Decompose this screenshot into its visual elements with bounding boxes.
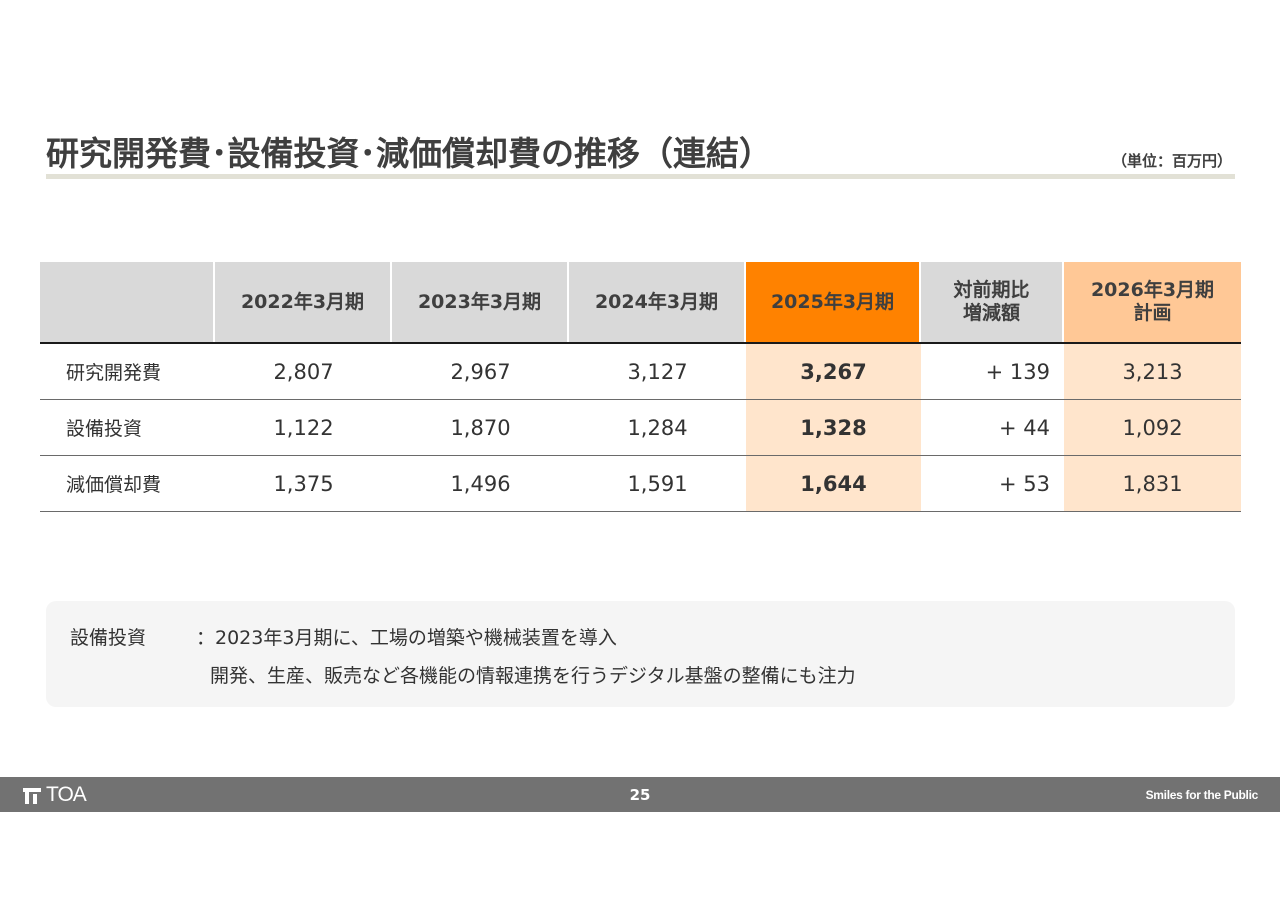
row-label: 研究開発費	[66, 362, 162, 384]
table-cell: 2,807	[273, 359, 334, 384]
header-cell-fy2025: 2025年3月期	[746, 262, 921, 342]
logo-text: TOA	[46, 783, 87, 806]
table-cell: 1,375	[273, 471, 334, 496]
table-row: 研究開発費 2,807 2,967 3,127 3,267 + 139 3,21…	[40, 344, 1241, 400]
table-cell-plan: 1,092	[1064, 400, 1241, 455]
data-table: 2022年3月期 2023年3月期 2024年3月期 2025年3月期 対前期比…	[40, 262, 1241, 512]
table-cell: 2,967	[450, 359, 511, 384]
header-yoy-line1: 対前期比	[953, 279, 1030, 301]
header-yoy-line2: 増減額	[962, 302, 1020, 324]
header-plan-line1: 2026年3月期	[1090, 279, 1215, 301]
header-cell-fy2026-plan: 2026年3月期 計画	[1064, 262, 1241, 342]
header-cell-fy2024: 2024年3月期	[569, 262, 746, 342]
header-cell-fy2023: 2023年3月期	[392, 262, 569, 342]
tagline: Smiles for the Public	[1145, 788, 1259, 802]
table-cell-highlight: 1,328	[746, 400, 921, 455]
table-header-row: 2022年3月期 2023年3月期 2024年3月期 2025年3月期 対前期比…	[40, 262, 1241, 344]
header-cell-fy2022: 2022年3月期	[215, 262, 392, 342]
header-cell-yoy-change: 対前期比 増減額	[921, 262, 1064, 342]
row-label: 減価償却費	[66, 474, 162, 496]
table-cell: 3,127	[627, 359, 688, 384]
table-cell: 1,591	[627, 471, 688, 496]
title-underline	[46, 174, 1235, 179]
table-row: 設備投資 1,122 1,870 1,284 1,328 + 44 1,092	[40, 400, 1241, 456]
table-cell-highlight: 1,644	[746, 456, 921, 511]
note-label: 設備投資	[70, 627, 147, 649]
toa-logo-icon	[23, 788, 41, 804]
row-label: 設備投資	[66, 418, 143, 440]
table-cell-change: + 139	[985, 359, 1050, 384]
company-logo: TOA	[22, 783, 87, 806]
table-cell: 1,122	[273, 415, 334, 440]
table-cell-plan: 1,831	[1064, 456, 1241, 511]
table-cell-change: + 53	[999, 471, 1050, 496]
page-title: 研究開発費･設備投資･減価償却費の推移（連結）	[46, 134, 772, 173]
note-box: 設備投資 ：2023年3月期に、工場の増築や機械装置を導入 開発、生産、販売など…	[46, 601, 1235, 707]
page-number: 25	[629, 786, 651, 804]
header-plan-line2: 計画	[1133, 302, 1172, 324]
unit-label: （単位：百万円）	[1111, 152, 1232, 170]
table-cell-change: + 44	[999, 415, 1050, 440]
note-line-2: 開発、生産、販売など各機能の情報連携を行うデジタル基盤の整備にも注力	[210, 665, 856, 687]
table-cell: 1,870	[450, 415, 511, 440]
footer-bar: TOA 25 Smiles for the Public	[0, 777, 1280, 812]
note-line-1: ：2023年3月期に、工場の増築や機械装置を導入	[196, 627, 617, 649]
table-cell-highlight: 3,267	[746, 344, 921, 399]
table-cell: 1,284	[627, 415, 688, 440]
header-cell-empty	[40, 262, 215, 342]
table-row: 減価償却費 1,375 1,496 1,591 1,644 + 53 1,831	[40, 456, 1241, 512]
table-cell: 1,496	[450, 471, 511, 496]
table-cell-plan: 3,213	[1064, 344, 1241, 399]
